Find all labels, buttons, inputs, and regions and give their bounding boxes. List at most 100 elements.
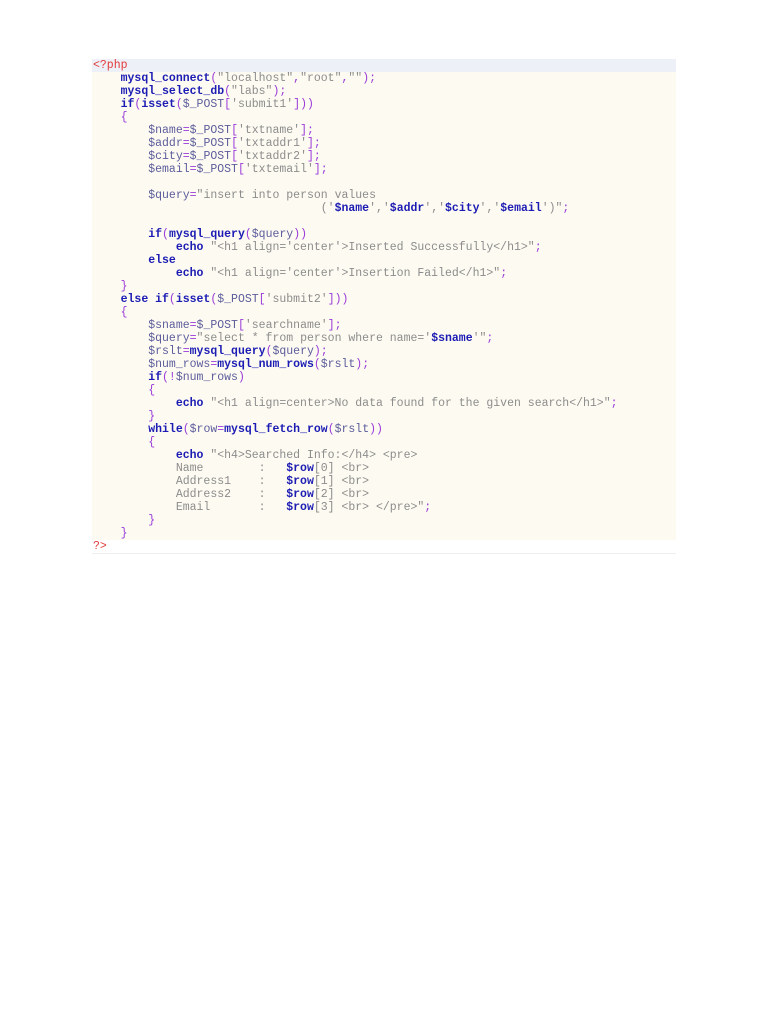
code-line: ?> <box>92 540 676 553</box>
code-token-str: ',' <box>479 202 501 215</box>
code-token-kw: if <box>148 228 163 241</box>
code-token-punc: ( <box>327 423 335 436</box>
code-line: Name : $row[0] <br> <box>92 462 676 475</box>
code-token-var: $email <box>148 163 190 176</box>
code-token-punc: )) <box>293 228 307 241</box>
code-token-punc: ( <box>162 228 169 241</box>
code-token-kw: $name <box>334 202 370 215</box>
code-line <box>92 176 676 189</box>
code-token-str: "<h1 align=center>No data found for the … <box>203 397 611 410</box>
code-token-var: $_POST <box>196 319 238 332</box>
code-token-punc: = <box>189 163 197 176</box>
code-token-punc: ( <box>175 98 183 111</box>
code-token-punc: = <box>189 332 197 345</box>
code-token-var: $_POST <box>182 98 225 111</box>
code-token-punc: [ <box>237 163 245 176</box>
code-token-punc: ); <box>355 358 370 371</box>
code-token-punc: ( <box>182 423 190 436</box>
code-line: } <box>92 280 676 293</box>
code-token-kw: $row <box>286 475 314 488</box>
code-token-var: $query <box>251 228 294 241</box>
code-token-punc: ; <box>486 332 494 345</box>
code-token-punc: ( <box>224 85 232 98</box>
code-token-kw: $row <box>286 462 314 475</box>
code-token-kw: $row <box>286 488 314 501</box>
code-token-punc: = <box>182 150 190 163</box>
code-token-str: Address1 : <box>175 475 287 488</box>
code-token-punc: ); <box>272 85 287 98</box>
code-token-str: 'txtname' <box>237 124 301 137</box>
code-token-kw: mysql_fetch_row <box>224 423 328 436</box>
code-token-punc: ( <box>313 358 321 371</box>
code-token-punc: = <box>189 319 197 332</box>
code-line: if(!$num_rows) <box>92 371 676 384</box>
code-line: $sname=$_POST['searchname']; <box>92 319 676 332</box>
code-token-var: $_POST <box>196 163 238 176</box>
code-token-punc: = <box>189 189 197 202</box>
code-token-var: $sname <box>148 319 190 332</box>
code-token-var: $_POST <box>189 150 232 163</box>
code-token-punc: ) <box>237 371 245 384</box>
code-token-var: $rslt <box>148 345 183 358</box>
code-token-var: $query <box>272 345 314 358</box>
code-token-punc: ); <box>313 345 328 358</box>
code-token-str: [1] <br> <box>313 475 370 488</box>
code-token-punc: ])) <box>293 98 314 111</box>
code-token-str: Email : <box>175 501 287 514</box>
code-line: { <box>92 111 676 124</box>
code-line: $query="select * from person where name=… <box>92 332 676 345</box>
code-token-punc: ]; <box>306 137 321 150</box>
code-token-punc: { <box>148 384 156 397</box>
code-token-punc: ]; <box>306 150 321 163</box>
code-token-punc: ]; <box>313 163 328 176</box>
code-token-kw: else if <box>120 293 169 306</box>
code-token-punc: = <box>182 345 190 358</box>
code-token-str: 'txtaddr1' <box>237 137 307 150</box>
code-token-var: $num_rows <box>175 371 238 384</box>
code-token-str: 'searchname' <box>244 319 328 332</box>
code-token-str: "<h1 align='center'>Insertion Failed</h1… <box>203 267 501 280</box>
code-line: while($row=mysql_fetch_row($rslt)) <box>92 423 676 436</box>
code-token-str: [0] <br> <box>313 462 370 475</box>
code-token-kw: if <box>120 98 135 111</box>
code-token-punc: )) <box>369 423 383 436</box>
code-line: echo "<h4>Searched Info:</h4> <pre> <box>92 449 676 462</box>
code-token-punc: ; <box>562 202 570 215</box>
code-token-str: "root" <box>300 72 342 85</box>
code-token-kw: $sname <box>431 332 473 345</box>
code-line: ('$name','$addr','$city','$email')"; <box>92 202 676 215</box>
code-token-var: $city <box>148 150 183 163</box>
code-token-kw: echo <box>175 449 204 462</box>
code-line: <?php <box>92 59 676 72</box>
code-token-punc: [ <box>231 137 238 150</box>
code-token-str: 'txtemail' <box>244 163 314 176</box>
code-line: else <box>92 254 676 267</box>
code-token-str: "<h1 align='center'>Inserted Successfull… <box>203 241 535 254</box>
code-line: } <box>92 527 676 540</box>
code-line: $name=$_POST['txtname']; <box>92 124 676 137</box>
code-line: $query="insert into person values <box>92 189 676 202</box>
code-line: $rslt=mysql_query($query); <box>92 345 676 358</box>
code-token-punc: ])) <box>327 293 349 306</box>
code-line: { <box>92 384 676 397</box>
code-token-kw: $city <box>445 202 480 215</box>
code-token-var: $row <box>189 423 218 436</box>
code-token-punc: = <box>182 137 190 150</box>
